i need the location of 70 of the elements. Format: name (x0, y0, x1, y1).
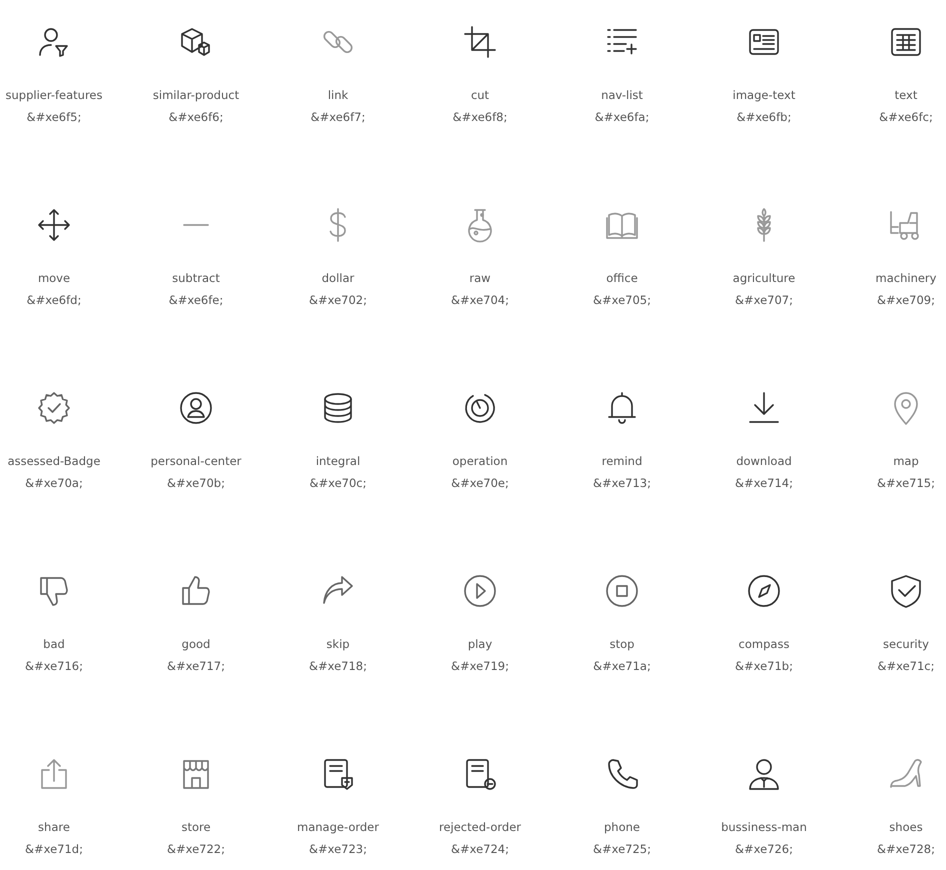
icon-name: compass (738, 636, 790, 652)
icon-name: security (883, 636, 929, 652)
icon-name: machinery (876, 270, 936, 286)
icon-code: &#xe70b; (167, 475, 225, 491)
icon-code: &#xe716; (25, 658, 83, 674)
icon-code: &#xe71c; (878, 658, 934, 674)
icon-code: &#xe702; (309, 292, 367, 308)
icon-code: &#xe6fe; (168, 292, 224, 308)
icon-code: &#xe704; (451, 292, 509, 308)
icon-name: raw (469, 270, 491, 286)
icon-code: &#xe6fc; (879, 109, 933, 125)
icon-name: operation (452, 453, 508, 469)
icon-name: text (894, 87, 918, 103)
icon-code: &#xe728; (877, 841, 935, 857)
icon-code: &#xe713; (593, 475, 651, 491)
icon-name: skip (326, 636, 350, 652)
icon-name: supplier-features (6, 87, 102, 103)
icon-name: dollar (322, 270, 354, 286)
icon-code: &#xe6fd; (26, 292, 82, 308)
icon-name: image-text (732, 87, 796, 103)
icon-code: &#xe6f6; (168, 109, 224, 125)
icon-name: similar-product (152, 87, 240, 103)
icon-name: nav-list (601, 87, 643, 103)
icon-code: &#xe6f8; (452, 109, 508, 125)
icon-code: &#xe726; (735, 841, 793, 857)
icon-code: &#xe718; (309, 658, 367, 674)
icon-name: rejected-order (438, 819, 522, 835)
icon-name: remind (602, 453, 642, 469)
icon-code: &#xe6f5; (26, 109, 82, 125)
icon-name: phone (604, 819, 640, 835)
icon-name: link (328, 87, 348, 103)
icon-name: office (606, 270, 638, 286)
icon-code: &#xe723; (309, 841, 367, 857)
icon-code: &#xe6f7; (310, 109, 366, 125)
icon-code: &#xe709; (877, 292, 935, 308)
icon-name: cut (470, 87, 490, 103)
icon-name: move (38, 270, 70, 286)
icon-code: &#xe705; (593, 292, 651, 308)
icon-name: integral (316, 453, 360, 469)
icon-code: &#xe717; (167, 658, 225, 674)
icon-name: agriculture (732, 270, 796, 286)
icon-code: &#xe719; (451, 658, 509, 674)
icon-code: &#xe707; (735, 292, 793, 308)
icon-code: &#xe6fa; (594, 109, 650, 125)
icon-code: &#xe71b; (735, 658, 793, 674)
icon-name: stop (610, 636, 634, 652)
icon-name: good (182, 636, 210, 652)
icon-code: &#xe71d; (25, 841, 83, 857)
icon-name: store (181, 819, 211, 835)
icon-name: assessed-Badge (8, 453, 100, 469)
icon-name: bad (43, 636, 65, 652)
icon-code: &#xe6fb; (736, 109, 792, 125)
icon-name: map (893, 453, 919, 469)
icon-code: &#xe724; (451, 841, 509, 857)
icon-code: &#xe70a; (25, 475, 83, 491)
icon-code: &#xe722; (167, 841, 225, 857)
icon-name: share (38, 819, 70, 835)
icon-name: bussiness-man (721, 819, 807, 835)
icon-code: &#xe70e; (451, 475, 509, 491)
icon-code: &#xe715; (877, 475, 935, 491)
icon-code: &#xe71a; (593, 658, 651, 674)
icon-name: manage-order (297, 819, 379, 835)
icon-code: &#xe714; (735, 475, 793, 491)
icon-name: shoes (889, 819, 923, 835)
icon-code: &#xe70c; (310, 475, 366, 491)
icon-name: play (468, 636, 492, 652)
icon-name: download (736, 453, 792, 469)
icon-code: &#xe725; (593, 841, 651, 857)
icon-name: personal-center (150, 453, 242, 469)
icon-name: subtract (172, 270, 220, 286)
